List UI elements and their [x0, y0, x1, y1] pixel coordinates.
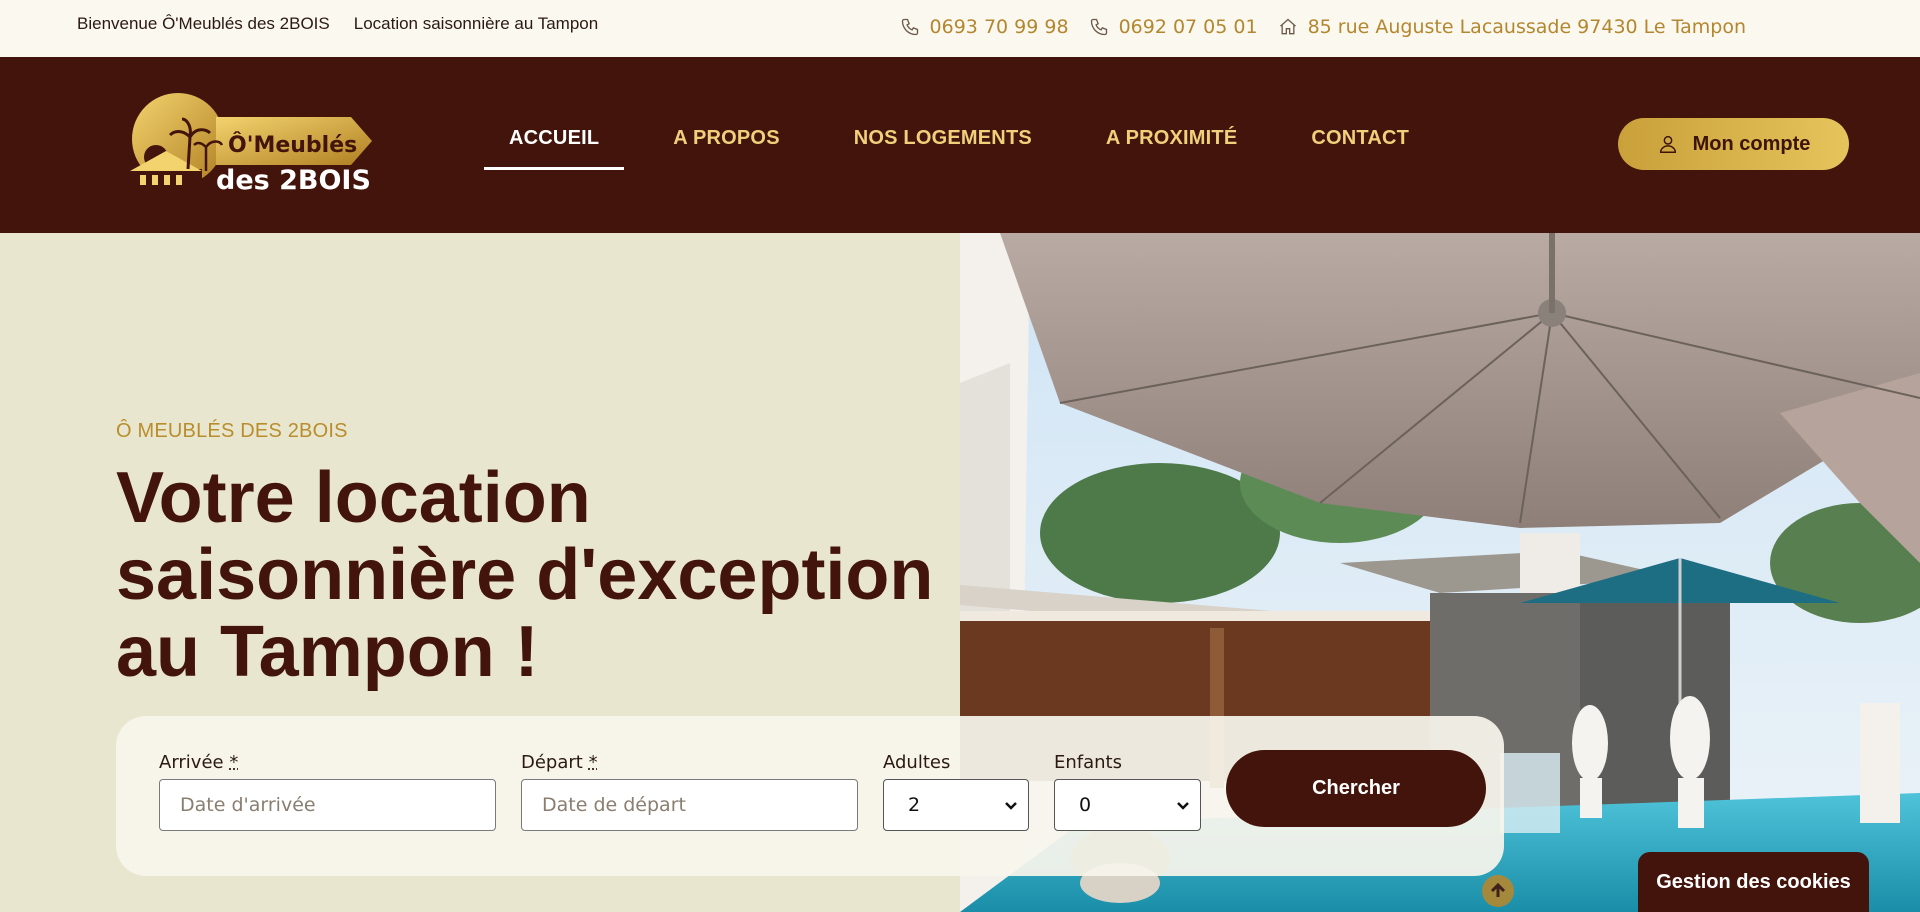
- children-label: Enfants: [1054, 752, 1122, 773]
- main-nav: ACCUEIL A PROPOS NOS LOGEMENTS A PROXIMI…: [484, 115, 1458, 170]
- site-logo[interactable]: Ô'Meublés des 2BOIS: [126, 89, 372, 197]
- chevron-down-icon: [1177, 802, 1189, 810]
- chevron-down-icon: [1005, 802, 1017, 810]
- arrival-required-mark: *: [229, 752, 239, 773]
- logo-line1: Ô'Meublés: [228, 132, 357, 158]
- cookie-settings-button[interactable]: Gestion des cookies: [1638, 852, 1869, 912]
- departure-required-mark: *: [588, 752, 598, 773]
- arrival-date-input[interactable]: Date d'arrivée: [159, 779, 496, 831]
- phone-link-2[interactable]: 0692 07 05 01: [1089, 16, 1258, 38]
- adults-value: 2: [908, 794, 921, 816]
- nav-contact[interactable]: CONTACT: [1286, 115, 1434, 170]
- user-icon: [1659, 135, 1676, 153]
- phone-icon: [1090, 18, 1107, 36]
- main-header: Ô'Meublés des 2BOIS ACCUEIL A PROPOS NOS…: [0, 57, 1920, 233]
- nav-accueil[interactable]: ACCUEIL: [484, 115, 625, 170]
- nav-a-propos[interactable]: A PROPOS: [648, 115, 804, 170]
- logo-line2: des 2BOIS: [216, 165, 371, 196]
- search-button[interactable]: Chercher: [1226, 750, 1486, 827]
- phone-number-1: 0693 70 99 98: [929, 16, 1069, 38]
- arrow-up-icon: [1490, 882, 1506, 897]
- children-select[interactable]: 0: [1054, 779, 1201, 831]
- account-button[interactable]: Mon compte: [1618, 118, 1849, 170]
- phone-icon: [901, 18, 918, 36]
- logo-graphic: Ô'Meublés des 2BOIS: [130, 93, 372, 196]
- account-label: Mon compte: [1692, 132, 1811, 155]
- arrival-label-text: Arrivée: [159, 752, 224, 773]
- nav-nos-logements[interactable]: NOS LOGEMENTS: [829, 115, 1057, 170]
- welcome-text: Bienvenue Ô'Meublés des 2BOIS: [77, 14, 330, 33]
- booking-form: Arrivée * Date d'arrivée Départ * Date d…: [116, 716, 1504, 876]
- departure-date-input[interactable]: Date de départ: [521, 779, 858, 831]
- hero-headline: Votre location saisonnière d'exception a…: [116, 458, 934, 692]
- departure-label: Départ *: [521, 752, 858, 773]
- top-bar: Bienvenue Ô'Meublés des 2BOIS Location s…: [0, 0, 1920, 57]
- arrival-label: Arrivée *: [159, 752, 496, 773]
- departure-label-text: Départ: [521, 752, 583, 773]
- children-field-group: Enfants 0: [1054, 752, 1201, 831]
- nav-a-proximite[interactable]: A PROXIMITÉ: [1081, 115, 1262, 170]
- top-bar-left: Bienvenue Ô'Meublés des 2BOIS Location s…: [77, 14, 598, 34]
- adults-select[interactable]: 2: [883, 779, 1029, 831]
- adults-label: Adultes: [883, 752, 951, 773]
- hero-eyebrow: Ô MEUBLÉS DES 2BOIS: [116, 420, 348, 442]
- home-icon: [1279, 18, 1296, 35]
- address-link[interactable]: 85 rue Auguste Lacaussade 97430 Le Tampo…: [1278, 16, 1746, 38]
- phone-number-2: 0692 07 05 01: [1118, 16, 1258, 38]
- departure-field-group: Départ * Date de départ: [521, 752, 858, 831]
- address-text: 85 rue Auguste Lacaussade 97430 Le Tampo…: [1307, 16, 1746, 38]
- children-value: 0: [1079, 794, 1092, 816]
- adults-field-group: Adultes 2: [883, 752, 1029, 831]
- arrival-field-group: Arrivée * Date d'arrivée: [159, 752, 496, 831]
- scroll-to-top-button[interactable]: [1482, 875, 1514, 907]
- phone-link-1[interactable]: 0693 70 99 98: [900, 16, 1069, 38]
- tagline-text: Location saisonnière au Tampon: [353, 14, 599, 33]
- top-bar-contacts: 0693 70 99 98 0692 07 05 01 85 rue Augus…: [900, 16, 1746, 38]
